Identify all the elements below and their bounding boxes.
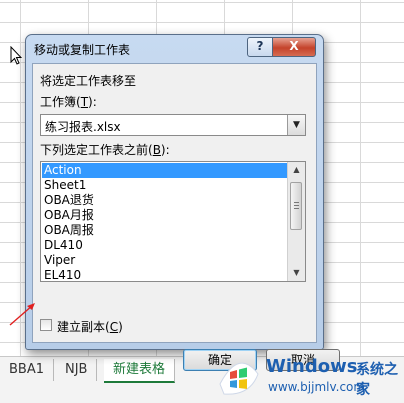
help-icon: ? xyxy=(256,39,264,53)
scrollbar-thumb[interactable] xyxy=(290,182,302,230)
close-icon: X xyxy=(289,39,299,53)
sheet-list-item[interactable]: EL410 xyxy=(42,268,289,281)
workbook-select-value: 练习报表.xlsx xyxy=(45,120,121,134)
chevron-down-icon: ▼ xyxy=(293,120,300,130)
workbook-select[interactable]: 练习报表.xlsx ▼ xyxy=(40,114,306,136)
sheet-tab-new-table[interactable]: 新建表格 xyxy=(104,359,176,383)
sheet-tab-njb[interactable]: NJB xyxy=(56,359,98,381)
move-to-label: 将选定工作表移至 xyxy=(40,74,137,88)
close-button[interactable]: X xyxy=(272,37,316,57)
mouse-cursor-icon xyxy=(10,46,22,65)
watermark-brand: Windows xyxy=(266,356,358,377)
sheet-list-item[interactable]: Sheet1 xyxy=(42,178,289,193)
help-button[interactable]: ? xyxy=(247,37,273,57)
dialog-body: 将选定工作表移至 工作簿(T): 练习报表.xlsx ▼ 下列选定工作表之前(B… xyxy=(32,63,340,371)
create-copy-checkbox[interactable] xyxy=(40,319,52,331)
workbook-label: 工作簿(T): xyxy=(40,95,97,109)
sheet-list-item[interactable]: OBA月报 xyxy=(42,208,289,223)
sheet-list-item[interactable]: OBA退货 xyxy=(42,193,289,208)
sheet-listbox[interactable]: Action Sheet1 OBA退货 OBA月报 OBA周报 DL410 Viper EL4… xyxy=(40,161,306,282)
move-or-copy-dialog: 移动或复制工作表 ? X 将选定工作表移至 工作簿(T): 练习报表.xlsx … xyxy=(25,34,340,371)
before-sheet-accesskey: B xyxy=(152,143,161,157)
watermark-url: www.bjjmlv.com xyxy=(268,380,366,394)
before-sheet-label: 下列选定工作表之前(B): xyxy=(40,143,170,157)
sheet-list-item[interactable]: Action xyxy=(42,163,289,178)
listbox-scrollbar[interactable]: ▲ ▼ xyxy=(287,162,305,281)
sheet-list: Action Sheet1 OBA退货 OBA月报 OBA周报 DL410 Viper EL4… xyxy=(42,163,289,281)
workbook-dropdown-button[interactable]: ▼ xyxy=(287,115,305,135)
sheet-tab-bba1[interactable]: BBA1 xyxy=(0,359,55,381)
sheet-list-item[interactable]: OBA周报 xyxy=(42,223,289,238)
sheet-list-item[interactable]: DL410 xyxy=(42,238,289,253)
dialog-title: 移动或复制工作表 xyxy=(34,43,131,57)
scroll-down-icon[interactable]: ▼ xyxy=(288,265,305,281)
sheet-list-item[interactable]: Viper xyxy=(42,253,289,268)
watermark: Windows 系统之家 www.bjjmlv.com xyxy=(216,352,404,400)
dialog-titlebar[interactable]: 移动或复制工作表 ? X xyxy=(26,35,323,63)
annotation-arrow-icon xyxy=(9,303,35,326)
workbook-accesskey: T xyxy=(80,95,89,109)
create-copy-label: 建立副本(C) xyxy=(57,320,123,334)
windows-logo-icon xyxy=(219,362,259,395)
scroll-up-icon[interactable]: ▲ xyxy=(288,162,305,178)
